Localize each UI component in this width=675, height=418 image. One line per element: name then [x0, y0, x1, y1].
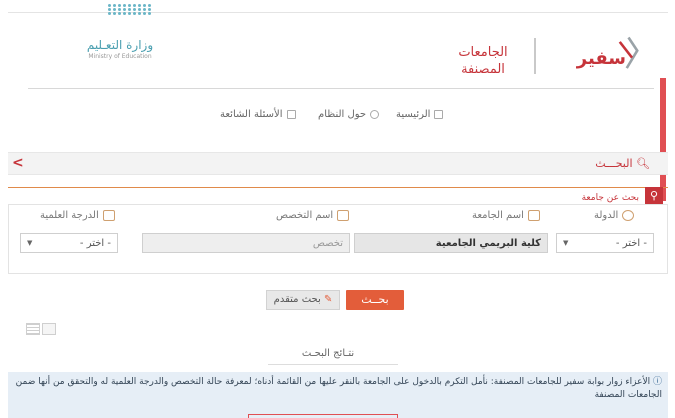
- info-icon: [370, 110, 380, 119]
- results-heading: نتـائج البحـث: [301, 348, 355, 359]
- page-title: الجامعات المصنفة: [438, 44, 528, 78]
- ministry-subtitle: Ministry of Education: [88, 53, 152, 60]
- page-title-line1: الجامعات: [458, 45, 508, 60]
- university-search-tab[interactable]: بحث عن جامعة: [582, 193, 639, 203]
- advanced-search-label: بحث متقدم: [273, 294, 321, 305]
- building-icon: [527, 210, 540, 221]
- notice-message: الأعزاء زوار بوابة سفير للجامعات المصنفة…: [15, 377, 662, 400]
- list-icon: [286, 110, 296, 119]
- degree-select[interactable]: - اختر - ▼: [20, 233, 118, 253]
- results-divider: [268, 364, 398, 365]
- country-select[interactable]: - اختر - ▼: [556, 233, 654, 253]
- specialty-placeholder: تخصص: [312, 237, 343, 249]
- nav-item-faq[interactable]: الأسئلة الشائعة: [220, 109, 296, 120]
- chevron-down-icon: ▼: [27, 239, 33, 247]
- specialty-label-text: اسم التخصص: [276, 210, 334, 221]
- university-search-underline: [8, 187, 668, 188]
- graduation-cap-icon: [102, 210, 115, 221]
- nav-item-home[interactable]: الرئيسية: [396, 109, 444, 120]
- header-divider-line: [28, 88, 654, 89]
- notice-text: ⓘ الأعزاء زوار بوابة سفير للجامعات المصن…: [14, 376, 662, 402]
- advanced-search-button[interactable]: بحث متقدم ✎: [266, 290, 340, 310]
- ministry-logo-icon: [108, 4, 151, 20]
- search-icon: 🔍︎: [636, 157, 650, 170]
- university-input-value: كلية البريمي الجامعية: [435, 237, 541, 249]
- bottom-highlight: [248, 414, 398, 418]
- list-view-icon[interactable]: [26, 323, 40, 335]
- search-icon: ⚲: [645, 187, 663, 204]
- university-label-text: اسم الجامعة: [472, 210, 524, 221]
- nav-faq-label: الأسئلة الشائعة: [220, 109, 283, 120]
- search-panel-title-text: البحـــث: [595, 157, 633, 170]
- country-label-text: الدولة: [594, 210, 619, 221]
- globe-icon: [622, 210, 635, 221]
- degree-label: الدرجة العلمية: [40, 210, 115, 221]
- header-divider: [534, 38, 536, 74]
- specialty-label: اسم التخصص: [276, 210, 350, 221]
- page-title-line2: المصنفة: [461, 62, 505, 77]
- search-panel-title: البحـــث 🔍︎: [595, 157, 650, 170]
- chevron-left-icon[interactable]: <: [12, 155, 24, 171]
- certificate-icon: [337, 210, 350, 221]
- degree-label-text: الدرجة العلمية: [40, 210, 99, 221]
- ministry-name: وزارة التعـليم: [86, 38, 154, 52]
- country-label: الدولة: [594, 210, 635, 221]
- country-select-value: - اختر -: [615, 237, 647, 249]
- info-icon: ⓘ: [652, 377, 662, 387]
- university-input[interactable]: كلية البريمي الجامعية: [354, 233, 548, 253]
- university-label: اسم الجامعة: [472, 210, 540, 221]
- scroll-indicator[interactable]: [660, 78, 666, 201]
- edit-icon: ✎: [323, 294, 333, 305]
- nav-about-label: حول النظام: [318, 109, 367, 120]
- degree-select-value: - اختر -: [79, 237, 111, 249]
- search-button[interactable]: بحــث: [346, 290, 404, 310]
- monitor-icon: [434, 110, 444, 119]
- chevron-down-icon: ▼: [563, 239, 569, 247]
- grid-view-icon[interactable]: [42, 323, 56, 335]
- nav-item-about[interactable]: حول النظام: [318, 109, 380, 120]
- specialty-input[interactable]: تخصص: [142, 233, 350, 253]
- header-top-line: [8, 12, 668, 13]
- safeer-logo-text: سفير: [576, 48, 626, 69]
- search-panel-header[interactable]: < البحـــث 🔍︎: [8, 152, 668, 175]
- nav-home-label: الرئيسية: [396, 109, 431, 120]
